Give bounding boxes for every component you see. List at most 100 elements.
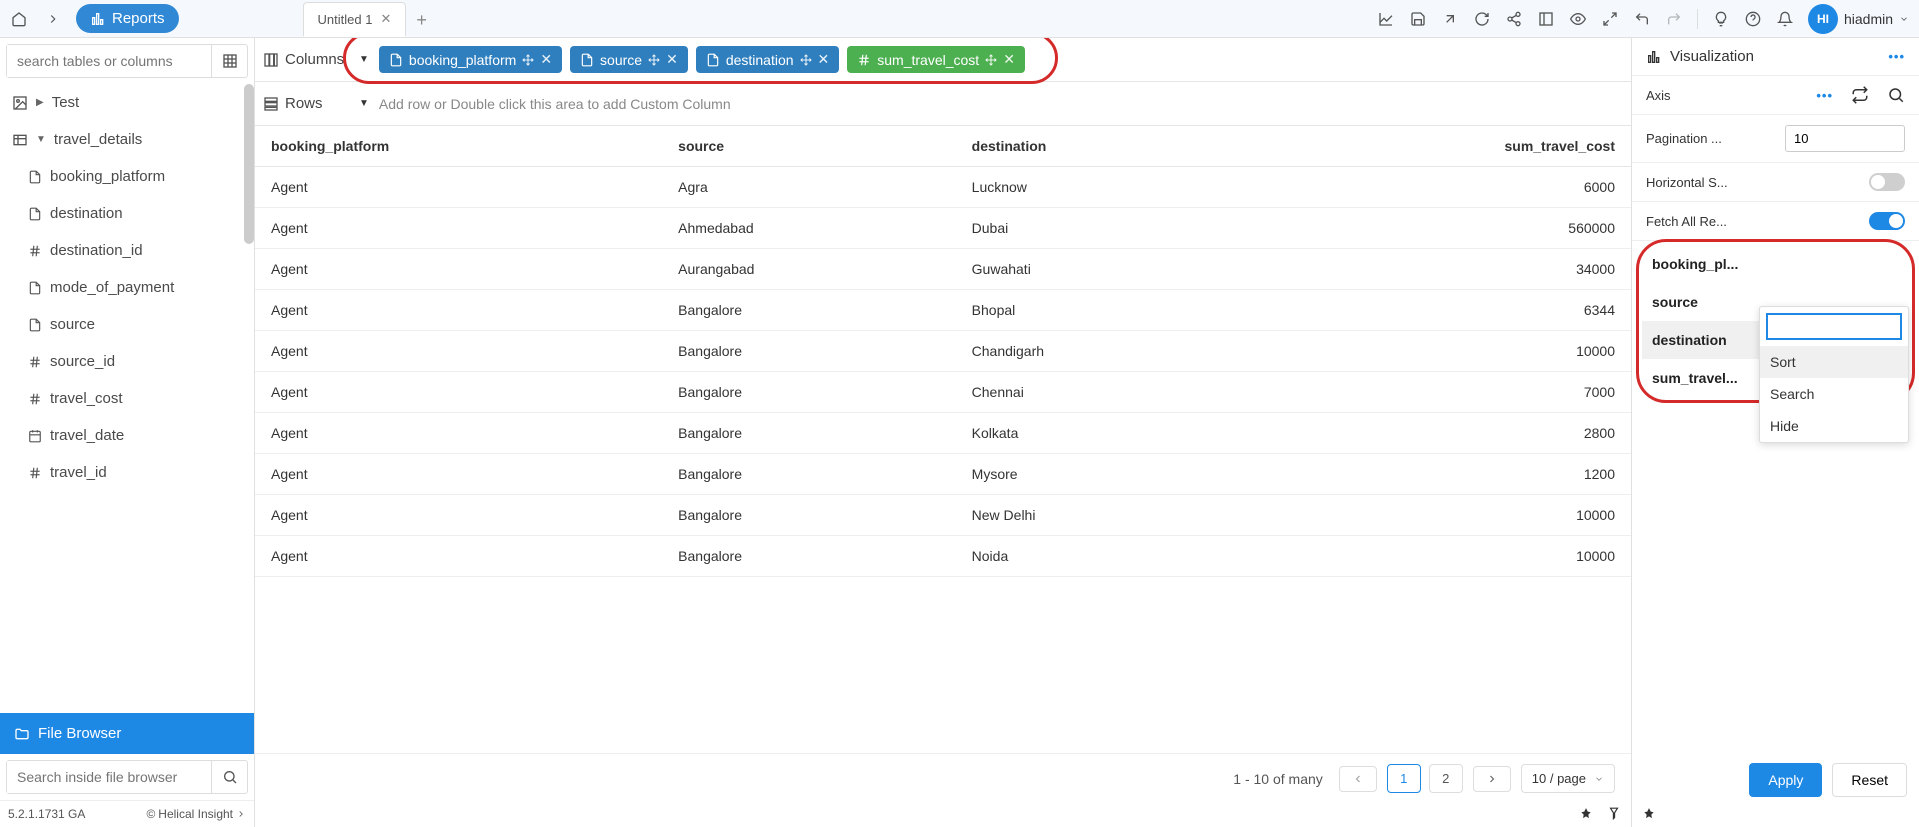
table-row[interactable]: AgentBangaloreMysore1200 — [255, 454, 1631, 495]
hash-icon — [28, 392, 42, 406]
context-menu-item[interactable]: Sort — [1760, 346, 1908, 378]
fetch-all-toggle[interactable] — [1869, 212, 1905, 230]
table-row[interactable]: AgentBangaloreBhopal6344 — [255, 290, 1631, 331]
home-icon[interactable] — [4, 4, 34, 34]
column-pill[interactable]: destination✕ — [696, 46, 839, 73]
pager-page[interactable]: 1 — [1387, 764, 1421, 793]
table-row[interactable]: AgentAhmedabadDubai560000 — [255, 208, 1631, 249]
file-browser-search-input[interactable] — [7, 761, 211, 793]
tab-close-icon[interactable]: ✕ — [380, 11, 391, 27]
axis-menu-icon[interactable]: ••• — [1816, 88, 1833, 103]
tab-add-icon[interactable]: + — [406, 4, 437, 37]
table-cell: Kolkata — [956, 413, 1245, 454]
panel-pin-icon[interactable] — [1642, 807, 1909, 821]
breadcrumb-reports[interactable]: Reports — [76, 4, 179, 33]
preview-icon[interactable] — [1563, 4, 1593, 34]
table-row[interactable]: AgentAurangabadGuwahati34000 — [255, 249, 1631, 290]
tree-field[interactable]: destination — [0, 195, 254, 232]
tree-field[interactable]: destination_id — [0, 232, 254, 269]
table-cell: 7000 — [1245, 372, 1631, 413]
columns-dropdown-caret[interactable]: ▼ — [359, 54, 369, 65]
table-row[interactable]: AgentBangaloreKolkata2800 — [255, 413, 1631, 454]
redo-icon[interactable] — [1659, 4, 1689, 34]
bell-icon[interactable] — [1770, 4, 1800, 34]
remove-icon[interactable]: ✕ — [818, 51, 830, 68]
help-icon[interactable] — [1738, 4, 1768, 34]
chart-icon[interactable] — [1371, 4, 1401, 34]
tree-field[interactable]: booking_platform — [0, 158, 254, 195]
export-icon[interactable] — [1435, 4, 1465, 34]
table-cell: Chennai — [956, 372, 1245, 413]
table-cell: 34000 — [1245, 249, 1631, 290]
version-label: 5.2.1.1731 GA — [8, 807, 85, 821]
tree-field[interactable]: travel_date — [0, 417, 254, 454]
context-menu-search-input[interactable] — [1766, 313, 1902, 340]
column-pill[interactable]: source✕ — [570, 46, 688, 73]
scrollbar-thumb[interactable] — [244, 84, 254, 244]
context-menu-item[interactable]: Search — [1760, 378, 1908, 410]
axis-field-item[interactable]: booking_pl... — [1642, 245, 1909, 283]
column-header[interactable]: sum_travel_cost — [1245, 126, 1631, 167]
tab-untitled[interactable]: Untitled 1 ✕ — [303, 2, 407, 37]
pagination-input[interactable] — [1785, 125, 1905, 152]
pin-icon[interactable] — [1579, 807, 1593, 821]
sidebar-search-input[interactable] — [7, 45, 211, 77]
rows-placeholder[interactable]: Add row or Double click this area to add… — [379, 96, 731, 112]
column-pill[interactable]: sum_travel_cost✕ — [847, 46, 1025, 73]
horizontal-scroll-toggle[interactable] — [1869, 173, 1905, 191]
table-grid-icon[interactable] — [211, 45, 247, 77]
tree-table[interactable]: ▼ travel_details — [0, 121, 254, 158]
table-row[interactable]: AgentAgraLucknow6000 — [255, 167, 1631, 208]
column-header[interactable]: destination — [956, 126, 1245, 167]
undo-icon[interactable] — [1627, 4, 1657, 34]
pager-next[interactable] — [1473, 766, 1511, 792]
remove-icon[interactable]: ✕ — [1003, 51, 1015, 68]
pager-page[interactable]: 2 — [1429, 764, 1463, 793]
table-row[interactable]: AgentBangaloreChandigarh10000 — [255, 331, 1631, 372]
axis-search-icon[interactable] — [1887, 86, 1905, 104]
apply-button[interactable]: Apply — [1749, 763, 1822, 797]
reset-button[interactable]: Reset — [1832, 763, 1907, 797]
tree-field[interactable]: mode_of_payment — [0, 269, 254, 306]
pager-prev[interactable] — [1339, 766, 1377, 792]
tree-field[interactable]: travel_id — [0, 454, 254, 491]
layout-icon[interactable] — [1531, 4, 1561, 34]
table-row[interactable]: AgentBangaloreNoida10000 — [255, 536, 1631, 577]
copyright[interactable]: ©Helical Insight — [146, 807, 246, 821]
pager-size-select[interactable]: 10 / page — [1521, 764, 1615, 793]
remove-icon[interactable]: ✕ — [666, 51, 678, 68]
bulb-icon[interactable] — [1706, 4, 1736, 34]
move-icon[interactable] — [800, 54, 812, 66]
user-menu[interactable]: HI hiadmin — [1808, 4, 1909, 34]
move-icon[interactable] — [985, 54, 997, 66]
tree-root[interactable]: ▶ Test — [0, 84, 254, 121]
file-browser-button[interactable]: File Browser — [0, 713, 254, 754]
fullscreen-icon[interactable] — [1595, 4, 1625, 34]
search-icon[interactable] — [211, 761, 247, 793]
table-cell: Agent — [255, 167, 662, 208]
save-icon[interactable] — [1403, 4, 1433, 34]
rows-dropdown-caret[interactable]: ▼ — [359, 98, 369, 109]
column-header[interactable]: source — [662, 126, 956, 167]
rows-shelf-label: Rows — [263, 95, 353, 112]
text-icon — [706, 53, 720, 67]
refresh-icon[interactable] — [1467, 4, 1497, 34]
axis-label: Axis — [1646, 88, 1671, 103]
swap-icon[interactable] — [1851, 86, 1869, 104]
move-icon[interactable] — [522, 54, 534, 66]
tree-field[interactable]: source_id — [0, 343, 254, 380]
breadcrumb-next-icon[interactable] — [38, 4, 68, 34]
remove-icon[interactable]: ✕ — [540, 51, 552, 68]
share-icon[interactable] — [1499, 4, 1529, 34]
visualization-menu-icon[interactable]: ••• — [1888, 49, 1905, 64]
table-row[interactable]: AgentBangaloreChennai7000 — [255, 372, 1631, 413]
table-row[interactable]: AgentBangaloreNew Delhi10000 — [255, 495, 1631, 536]
move-icon[interactable] — [648, 54, 660, 66]
column-header[interactable]: booking_platform — [255, 126, 662, 167]
tree-field[interactable]: travel_cost — [0, 380, 254, 417]
context-menu-item[interactable]: Hide — [1760, 410, 1908, 442]
tree-field-label: mode_of_payment — [50, 279, 174, 296]
column-pill[interactable]: booking_platform✕ — [379, 46, 562, 73]
tree-field[interactable]: source — [0, 306, 254, 343]
filter-pin-icon[interactable] — [1607, 807, 1621, 821]
